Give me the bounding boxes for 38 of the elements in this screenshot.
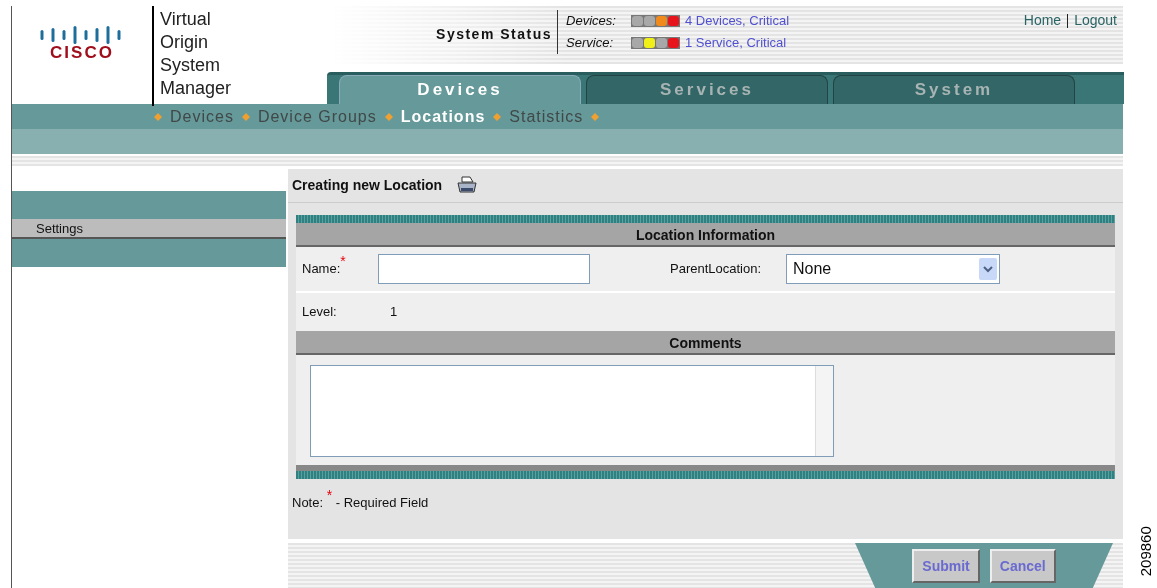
figure-number: 209860 <box>1135 526 1155 577</box>
status-link[interactable]: 1 Service, Critical <box>685 33 787 53</box>
field-label: ParentLocation: <box>670 260 763 279</box>
printer-icon[interactable] <box>456 175 479 196</box>
diamond-icon <box>493 112 502 121</box>
form-button[interactable]: Cancel <box>989 549 1056 583</box>
subnav-link[interactable]: Device Groups <box>257 104 377 129</box>
product-name: Manager <box>160 77 232 100</box>
subnav-link[interactable]: Statistics <box>509 104 584 129</box>
system-status-title: System Status <box>436 25 553 44</box>
top-link[interactable]: Home <box>1023 10 1062 31</box>
subnav-link[interactable]: Locations <box>400 104 486 129</box>
parent-location-select[interactable]: None <box>786 254 1000 284</box>
product-name: System <box>160 54 221 77</box>
subnav-link[interactable]: Devices <box>170 104 234 129</box>
level-value: 1 <box>390 303 398 322</box>
field-label: Level: <box>301 303 338 322</box>
nav-tab[interactable]: Devices <box>339 75 581 104</box>
status-label: Devices: <box>566 12 617 31</box>
diamond-icon <box>241 112 250 121</box>
comments-textarea[interactable] <box>310 365 834 457</box>
status-label: Service: <box>566 34 614 53</box>
nav-tab[interactable]: System <box>833 75 1075 104</box>
product-name: Origin <box>160 31 209 54</box>
form-button[interactable]: Submit <box>912 549 980 583</box>
logo-text: CISCO <box>50 43 114 61</box>
sidebar-item[interactable]: Settings <box>12 219 286 239</box>
top-link[interactable]: Logout <box>1074 10 1117 31</box>
name-input[interactable] <box>378 254 590 284</box>
product-name: Virtual <box>160 8 212 31</box>
diamond-icon <box>154 112 162 121</box>
page-title: Creating new Location <box>292 176 443 195</box>
section-header: Comments <box>296 331 1115 355</box>
section-header: Location Information <box>296 223 1115 247</box>
status-link[interactable]: 4 Devices, Critical <box>685 11 790 31</box>
diamond-icon <box>591 112 600 121</box>
nav-tab[interactable]: Services <box>586 75 828 104</box>
diamond-icon <box>384 112 393 121</box>
